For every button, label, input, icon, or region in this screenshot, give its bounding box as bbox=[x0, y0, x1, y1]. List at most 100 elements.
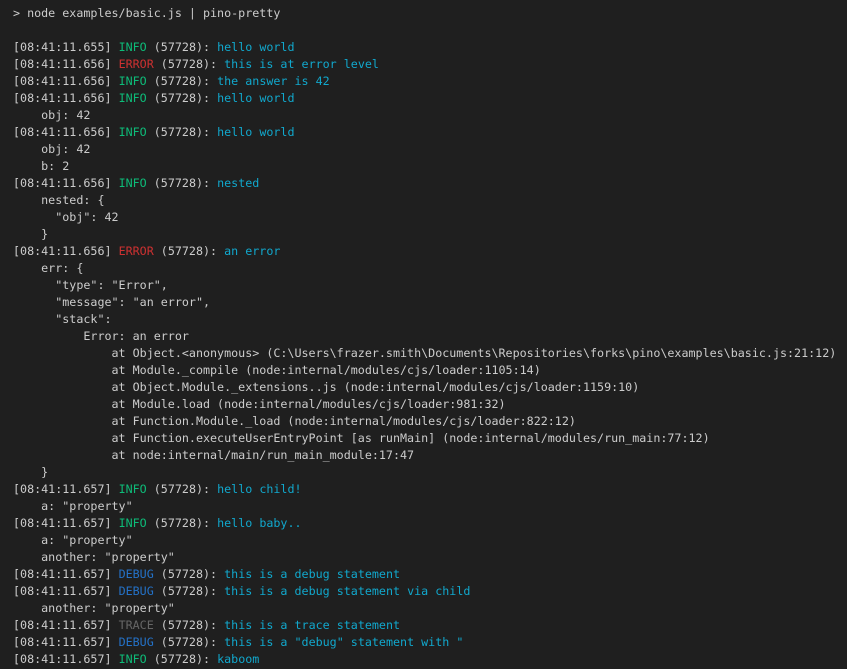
log-detail-line: obj: 42 bbox=[13, 107, 843, 124]
log-detail-text: "type": "Error", bbox=[13, 278, 168, 292]
log-line: [08:41:11.656] INFO (57728): hello world bbox=[13, 124, 843, 141]
log-message: this is at error level bbox=[224, 57, 379, 71]
log-timestamp: [08:41:11.656] bbox=[13, 176, 119, 190]
log-level: DEBUG bbox=[119, 584, 154, 598]
log-detail-text: another: "property" bbox=[13, 550, 175, 564]
log-message: this is a debug statement via child bbox=[224, 584, 470, 598]
log-detail-text: "stack": bbox=[13, 312, 112, 326]
log-pid: (57728): bbox=[147, 482, 217, 496]
log-detail-text: at Module.load (node:internal/modules/cj… bbox=[13, 397, 506, 411]
log-line: [08:41:11.656] INFO (57728): nested bbox=[13, 175, 843, 192]
log-level: INFO bbox=[119, 91, 147, 105]
log-timestamp: [08:41:11.657] bbox=[13, 482, 119, 496]
log-line: [08:41:11.656] INFO (57728): the answer … bbox=[13, 73, 843, 90]
log-timestamp: [08:41:11.657] bbox=[13, 516, 119, 530]
log-pid: (57728): bbox=[147, 74, 217, 88]
log-message: hello child! bbox=[217, 482, 301, 496]
log-detail-text: at Function.Module._load (node:internal/… bbox=[13, 414, 576, 428]
log-pid: (57728): bbox=[147, 40, 217, 54]
log-message: hello world bbox=[217, 40, 294, 54]
log-detail-text: Error: an error bbox=[13, 329, 189, 343]
log-line: [08:41:11.656] ERROR (57728): this is at… bbox=[13, 56, 843, 73]
log-detail-line: another: "property" bbox=[13, 549, 843, 566]
log-detail-line: "stack": bbox=[13, 311, 843, 328]
log-detail-text: obj: 42 bbox=[13, 108, 90, 122]
log-message: kaboom bbox=[217, 652, 259, 666]
log-detail-line: b: 2 bbox=[13, 158, 843, 175]
log-detail-text: obj: 42 bbox=[13, 142, 90, 156]
log-line: [08:41:11.657] DEBUG (57728): this is a … bbox=[13, 634, 843, 651]
log-level: INFO bbox=[119, 176, 147, 190]
log-timestamp: [08:41:11.657] bbox=[13, 618, 119, 632]
log-line: [08:41:11.657] TRACE (57728): this is a … bbox=[13, 617, 843, 634]
log-message: this is a trace statement bbox=[224, 618, 400, 632]
log-detail-text: at Object.<anonymous> (C:\Users\frazer.s… bbox=[13, 346, 836, 360]
log-message: this is a debug statement bbox=[224, 567, 400, 581]
log-level: INFO bbox=[119, 125, 147, 139]
log-message: this is a "debug" statement with " bbox=[224, 635, 463, 649]
log-detail-line: "obj": 42 bbox=[13, 209, 843, 226]
log-level: ERROR bbox=[119, 57, 154, 71]
log-detail-text: "obj": 42 bbox=[13, 210, 119, 224]
log-message: the answer is 42 bbox=[217, 74, 330, 88]
log-message: hello world bbox=[217, 91, 294, 105]
log-pid: (57728): bbox=[154, 244, 224, 258]
terminal-window: > node examples/basic.js | pino-pretty [… bbox=[0, 0, 847, 669]
log-line: [08:41:11.656] ERROR (57728): an error bbox=[13, 243, 843, 260]
log-pid: (57728): bbox=[154, 567, 224, 581]
log-detail-line: } bbox=[13, 464, 843, 481]
log-line: [08:41:11.657] DEBUG (57728): this is a … bbox=[13, 566, 843, 583]
log-timestamp: [08:41:11.656] bbox=[13, 91, 119, 105]
terminal-output: > node examples/basic.js | pino-pretty [… bbox=[13, 5, 843, 668]
command-text: > node examples/basic.js | pino-pretty bbox=[13, 6, 280, 20]
log-timestamp: [08:41:11.657] bbox=[13, 567, 119, 581]
log-detail-line: at Module.load (node:internal/modules/cj… bbox=[13, 396, 843, 413]
log-timestamp: [08:41:11.656] bbox=[13, 57, 119, 71]
log-detail-line: "message": "an error", bbox=[13, 294, 843, 311]
log-detail-text: nested: { bbox=[13, 193, 104, 207]
log-detail-line: "type": "Error", bbox=[13, 277, 843, 294]
log-message: an error bbox=[224, 244, 280, 258]
log-detail-text: b: 2 bbox=[13, 159, 69, 173]
log-message: nested bbox=[217, 176, 259, 190]
log-level: INFO bbox=[119, 482, 147, 496]
log-timestamp: [08:41:11.657] bbox=[13, 652, 119, 666]
log-pid: (57728): bbox=[154, 635, 224, 649]
log-detail-line: at Object.<anonymous> (C:\Users\frazer.s… bbox=[13, 345, 843, 362]
log-timestamp: [08:41:11.656] bbox=[13, 244, 119, 258]
log-detail-line: obj: 42 bbox=[13, 141, 843, 158]
log-level: INFO bbox=[119, 40, 147, 54]
log-detail-line: at node:internal/main/run_main_module:17… bbox=[13, 447, 843, 464]
log-line: [08:41:11.657] INFO (57728): hello baby.… bbox=[13, 515, 843, 532]
log-detail-text: "message": "an error", bbox=[13, 295, 210, 309]
log-pid: (57728): bbox=[147, 91, 217, 105]
log-pid: (57728): bbox=[147, 125, 217, 139]
log-timestamp: [08:41:11.657] bbox=[13, 635, 119, 649]
log-detail-text: at Function.executeUserEntryPoint [as ru… bbox=[13, 431, 710, 445]
log-detail-line: a: "property" bbox=[13, 532, 843, 549]
log-level: INFO bbox=[119, 516, 147, 530]
log-detail-line: nested: { bbox=[13, 192, 843, 209]
log-pid: (57728): bbox=[154, 57, 224, 71]
log-timestamp: [08:41:11.656] bbox=[13, 74, 119, 88]
log-detail-line: at Module._compile (node:internal/module… bbox=[13, 362, 843, 379]
log-line: [08:41:11.657] INFO (57728): hello child… bbox=[13, 481, 843, 498]
log-detail-line: } bbox=[13, 226, 843, 243]
log-level: DEBUG bbox=[119, 635, 154, 649]
log-detail-line: Error: an error bbox=[13, 328, 843, 345]
blank-line bbox=[13, 22, 843, 39]
log-detail-text: a: "property" bbox=[13, 499, 133, 513]
log-pid: (57728): bbox=[147, 652, 217, 666]
log-line: [08:41:11.656] INFO (57728): hello world bbox=[13, 90, 843, 107]
log-level: TRACE bbox=[119, 618, 154, 632]
log-detail-line: at Object.Module._extensions..js (node:i… bbox=[13, 379, 843, 396]
log-detail-text: at Module._compile (node:internal/module… bbox=[13, 363, 541, 377]
log-detail-line: at Function.Module._load (node:internal/… bbox=[13, 413, 843, 430]
log-detail-text: } bbox=[13, 227, 48, 241]
log-detail-text: a: "property" bbox=[13, 533, 133, 547]
log-level: DEBUG bbox=[119, 567, 154, 581]
log-detail-text: another: "property" bbox=[13, 601, 175, 615]
log-detail-text: at Object.Module._extensions..js (node:i… bbox=[13, 380, 639, 394]
log-level: ERROR bbox=[119, 244, 154, 258]
log-message: hello world bbox=[217, 125, 294, 139]
